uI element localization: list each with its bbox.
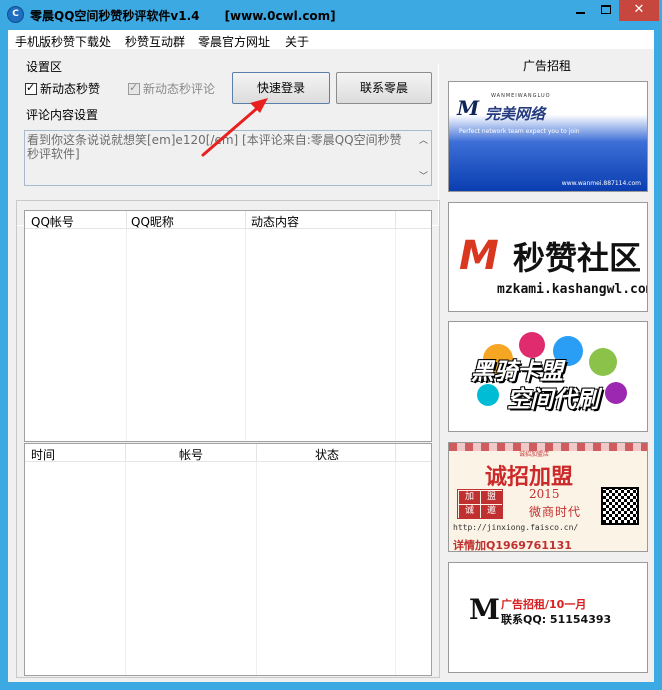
new-comment-checkbox[interactable]: 新动态秒评论 — [128, 80, 215, 97]
new-comment-label: 新动态秒评论 — [143, 82, 216, 96]
ad5-logo: M — [469, 593, 500, 626]
ad1-name: 完美网络 — [485, 105, 546, 123]
ad-panel-title: 广告招租 — [523, 59, 572, 73]
log-table[interactable]: 时间 帐号 状态 — [24, 443, 432, 676]
comment-textarea[interactable]: 看到你这条说说就想笑[em]e120[/em] [本评论来自:零晨QQ空间秒赞秒… — [24, 130, 432, 186]
column-header-time[interactable]: 时间 — [31, 446, 55, 463]
menu-about[interactable]: 关于 — [285, 33, 309, 50]
contact-button[interactable]: 联系零晨 — [336, 72, 432, 104]
ad5-line1: 广告招租/10一月 — [501, 598, 587, 611]
column-divider — [126, 211, 127, 229]
column-line — [395, 229, 396, 441]
column-line — [125, 462, 126, 675]
ad1-logo: M — [457, 96, 480, 120]
column-header-account[interactable]: 帐号 — [179, 446, 203, 463]
ad1-slogan: Perfect network team expect you to join — [459, 128, 580, 135]
column-divider — [395, 211, 396, 229]
column-line — [245, 229, 246, 441]
column-line — [256, 462, 257, 675]
ad2-name: 秒赞社区 — [513, 239, 642, 277]
ad3-splash — [477, 384, 499, 406]
ad4-small-text: 诚招加盟店 — [519, 451, 550, 458]
ad2-logo: M — [459, 233, 499, 279]
checkbox-check-icon — [128, 81, 140, 95]
column-header-qq-nickname[interactable]: QQ昵称 — [131, 213, 174, 230]
ad1-small-text: WANMEIWANGLUO — [491, 93, 551, 99]
ad2-url: mzkami.kashangwl.com — [497, 282, 648, 297]
menu-mobile-download[interactable]: 手机版秒赞下载处 — [15, 33, 111, 50]
account-table[interactable]: QQ帐号 QQ昵称 动态内容 — [24, 210, 432, 442]
ad-panel: 广告招租 WANMEIWANGLUO M 完美网络 Perfect networ… — [440, 57, 652, 679]
new-like-checkbox[interactable]: 新动态秒赞 — [25, 80, 100, 97]
ad-franchise[interactable]: 诚招加盟店 诚招加盟 加 盟 诚 邀 2015 微商时代 http://jinx… — [448, 442, 648, 552]
menu-bar: 手机版秒赞下载处 秒赞互动群 零晨官方网址 关于 — [8, 30, 654, 50]
app-icon: C — [7, 6, 24, 23]
ad4-contact: 详情加Q1969761131 — [453, 539, 572, 552]
ad3-splash — [605, 382, 627, 404]
ad-for-rent[interactable]: M 广告招租/10一月 联系QQ: 51154393 — [448, 562, 648, 673]
account-table-header: QQ帐号 QQ昵称 动态内容 — [25, 211, 431, 229]
column-divider — [395, 444, 396, 462]
ad3-line2: 空间代刷 — [507, 387, 599, 413]
column-line — [126, 229, 127, 441]
minimize-icon — [576, 12, 585, 14]
client-area: 手机版秒赞下载处 秒赞互动群 零晨官方网址 关于 设置区 新动态秒赞 新动态秒评… — [8, 30, 654, 682]
menu-interaction-group[interactable]: 秒赞互动群 — [125, 33, 185, 50]
window-title: 零晨QQ空间秒赞秒评软件v1.4 [www.0cwl.com] — [30, 7, 336, 24]
maximize-button[interactable] — [593, 0, 619, 21]
quick-login-button[interactable]: 快速登录 — [232, 72, 330, 104]
comment-scrollbar[interactable]: ︿ ﹀ — [416, 131, 431, 185]
qr-code-icon — [601, 487, 639, 525]
ad4-site: http://jinxiong.faisco.cn/ — [453, 523, 579, 532]
ad5-line2: 联系QQ: 51154393 — [501, 613, 612, 626]
checkbox-check-icon — [25, 81, 37, 95]
ad4-seal-char: 加 — [459, 491, 480, 504]
ad4-seal: 加 盟 诚 邀 — [457, 489, 503, 519]
column-header-qq-account[interactable]: QQ帐号 — [31, 213, 74, 230]
ad4-seal-char: 诚 — [459, 505, 480, 518]
app-window: C 零晨QQ空间秒赞秒评软件v1.4 [www.0cwl.com] ✕ 手机版秒… — [0, 0, 662, 690]
site-url: [www.0cwl.com] — [224, 9, 336, 23]
ad-heiqi-kameng[interactable]: 黑骑卡盟 空间代刷 — [448, 321, 648, 432]
column-divider — [256, 444, 257, 462]
menu-official-site[interactable]: 零晨官方网址 — [198, 33, 270, 50]
ad4-year: 2015 — [529, 487, 560, 501]
chevron-up-icon[interactable]: ︿ — [419, 133, 428, 146]
ad4-seal-char: 盟 — [481, 491, 502, 504]
ad-miaozan-community[interactable]: M 秒赞社区 mzkami.kashangwl.com — [448, 202, 648, 312]
column-divider — [245, 211, 246, 229]
settings-group-label: 设置区 — [26, 60, 63, 74]
column-line — [395, 462, 396, 675]
log-table-header: 时间 帐号 状态 — [25, 444, 431, 462]
ad4-seal-char: 邀 — [481, 505, 502, 518]
column-header-status[interactable]: 状态 — [315, 446, 339, 463]
title-bar[interactable]: C 零晨QQ空间秒赞秒评软件v1.4 [www.0cwl.com] ✕ — [0, 0, 662, 30]
close-button[interactable]: ✕ — [619, 0, 659, 21]
column-header-feed-content[interactable]: 动态内容 — [251, 213, 299, 230]
ad-wanmei-network[interactable]: WANMEIWANGLUO M 完美网络 Perfect network tea… — [448, 81, 648, 192]
comment-group-label: 评论内容设置 — [26, 108, 99, 122]
app-name: 零晨QQ空间秒赞秒评软件v1.4 — [30, 9, 200, 23]
ad4-subtitle: 微商时代 — [529, 505, 582, 519]
new-like-label: 新动态秒赞 — [40, 82, 101, 96]
maximize-icon — [601, 5, 611, 14]
close-icon: ✕ — [633, 2, 645, 17]
column-divider — [125, 444, 126, 462]
minimize-button[interactable] — [567, 0, 593, 21]
ad1-url: www.wanmei.887114.com — [561, 180, 641, 187]
ad3-splash — [589, 348, 617, 376]
chevron-down-icon[interactable]: ﹀ — [419, 169, 428, 182]
